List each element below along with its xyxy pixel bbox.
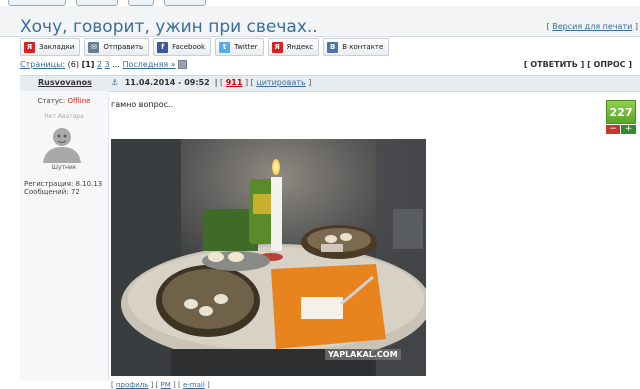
share-bookmarks-button[interactable]: Я Закладки [20,38,81,56]
user-rank: Шутник [51,164,77,171]
default-avatar-icon [40,123,84,163]
status-label: Статус: [37,97,66,105]
photo-watermark: YAPLAKAL.COM [325,349,401,360]
pagination: Страницы: (6) [1] 2 3 ... Последняя » [20,60,188,69]
posts-label: Сообщений: [24,188,69,196]
user-sidebar: Статус: Offline Нет Аватара Шутник Регис… [20,91,109,381]
go-page-icon[interactable] [178,60,188,69]
share-label: Отправить [103,43,144,51]
post-date: 11.04.2014 - 09:52 [124,78,210,87]
share-vkontakte-button[interactable]: ВВ контакте [323,38,390,56]
post-header: Rusvovanos ⚓ 11.04.2014 - 09:52 | [ 911 … [20,75,640,92]
pages-ellipsis: ... [112,60,120,69]
share-label: В контакте [342,43,384,51]
page-link[interactable]: 2 [97,60,102,69]
posts-count: 72 [70,188,80,196]
twitter-icon: t [219,41,231,53]
reg-date: 8.10.13 [75,180,103,188]
reg-label: Регистрация: [24,180,74,188]
print-version-link[interactable]: [ Версия для печати ] [547,22,638,31]
share-label: Яндекс [286,43,314,51]
share-label: Закладки [39,43,75,51]
rate-up-button[interactable]: + [621,125,636,134]
current-page: [1] [81,60,95,69]
user-stats: Регистрация: 8.10.13 Сообщений: 72 [24,180,102,196]
post-author[interactable]: Rusvovanos [38,78,92,87]
share-label: Facebook [172,43,206,51]
pages-total: (6) [67,60,80,69]
post-number[interactable]: 911 [226,78,243,87]
email-link[interactable]: e-mail [183,381,205,389]
page-link[interactable]: 3 [105,60,110,69]
yandex-bookmarks-icon: Я [24,41,35,53]
share-yandex-button[interactable]: Я Яндекс [267,38,320,56]
quote-link[interactable]: цитировать [256,78,305,87]
topic-header: Хочу, говорит, ужин при свечах.. [ Верси… [0,6,640,37]
post-text: гамно вопрос.. [111,100,174,109]
yandex-icon: Я [271,41,283,53]
share-facebook-button[interactable]: f Facebook [153,38,212,56]
no-avatar-label: Нет Аватара [44,113,84,120]
last-page-link[interactable]: Последняя » [122,60,175,69]
post-rating: 227 − + [606,100,636,136]
share-bar: Я Закладки ✉ Отправить f Facebook t Twitter … [20,38,390,56]
post-photo[interactable] [111,139,426,376]
rating-value: 227 [606,100,636,124]
pm-link[interactable]: PM [161,381,171,389]
pager-row: Страницы: (6) [1] 2 3 ... Последняя » [ … [0,59,640,73]
share-twitter-button[interactable]: t Twitter [215,38,264,56]
status-value: Offline [67,97,91,105]
profile-link[interactable]: профиль [116,381,148,389]
user-status: Статус: Offline [20,97,108,105]
share-label: Twitter [234,43,258,51]
poll-button[interactable]: ОПРОС [594,60,626,69]
post-meta: ⚓ 11.04.2014 - 09:52 | [ 911 ] [ цитиров… [111,78,312,87]
rate-down-button[interactable]: − [606,125,620,134]
facebook-icon: f [157,41,169,53]
reply-actions: [ ОТВЕТИТЬ ] [ ОПРОС ] [523,60,632,69]
vkontakte-icon: В [327,41,339,53]
pages-label[interactable]: Страницы: [20,60,65,69]
print-version-link-text[interactable]: Версия для печати [552,22,632,31]
anchor-icon[interactable]: ⚓ [111,78,118,87]
mail-icon: ✉ [88,41,100,53]
topic-title: Хочу, говорит, ужин при свечах.. [20,17,318,37]
share-mail-button[interactable]: ✉ Отправить [84,38,150,56]
post-footer-links: [ профиль ] [ PM ] [ e-mail ] [111,381,210,389]
reply-button[interactable]: ОТВЕТИТЬ [530,60,578,69]
